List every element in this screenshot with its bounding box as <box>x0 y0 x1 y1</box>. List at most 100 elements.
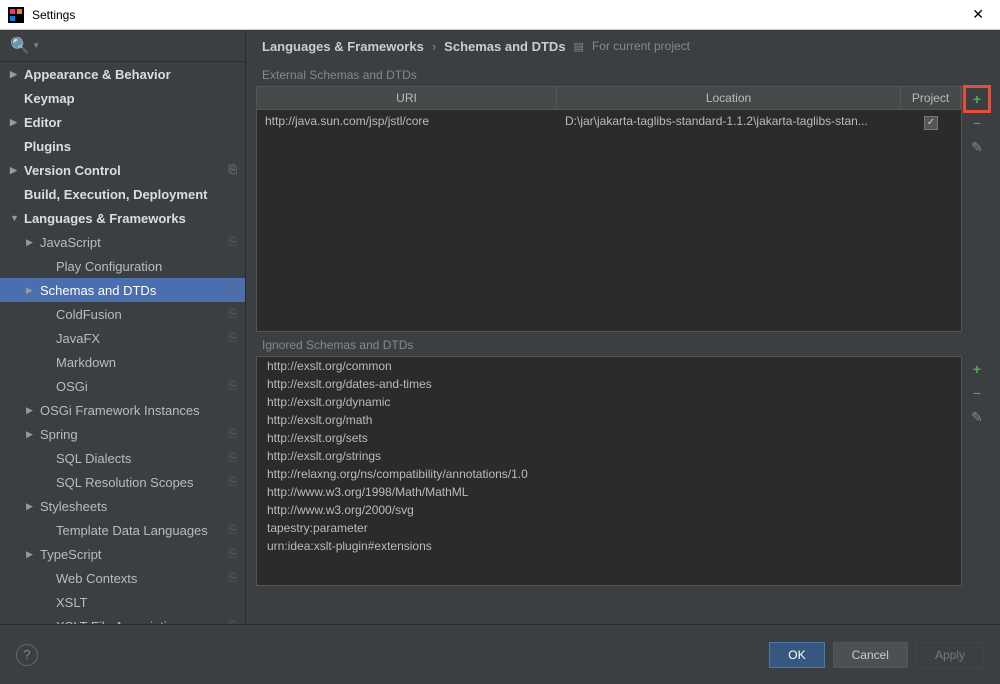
remove-ignored-button[interactable]: − <box>966 382 988 404</box>
sidebar-item-xslt[interactable]: XSLT <box>0 590 245 614</box>
project-checkbox[interactable]: ✓ <box>924 116 938 130</box>
sidebar-item-typescript[interactable]: ▶TypeScript⎘ <box>0 542 245 566</box>
arrow-icon: ▶ <box>26 549 40 560</box>
sidebar-item-label: Version Control <box>24 163 228 178</box>
project-badge-icon: ⎘ <box>228 284 237 297</box>
sidebar-item-label: Stylesheets <box>40 499 245 514</box>
sidebar-item-editor[interactable]: ▶Editor <box>0 110 245 134</box>
breadcrumb-scope: For current project <box>592 39 690 53</box>
remove-external-button[interactable]: − <box>966 112 988 134</box>
sidebar-item-label: Plugins <box>24 139 245 154</box>
external-table[interactable]: URI Location Project http://java.sun.com… <box>256 86 962 332</box>
arrow-icon: ▶ <box>26 285 40 296</box>
table-header: URI Location Project <box>257 87 961 110</box>
add-external-button[interactable]: + <box>966 88 988 110</box>
list-item[interactable]: urn:idea:xslt-plugin#extensions <box>257 537 961 555</box>
add-ignored-button[interactable]: + <box>966 358 988 380</box>
external-section-label: External Schemas and DTDs <box>262 68 990 82</box>
list-item[interactable]: http://relaxng.org/ns/compatibility/anno… <box>257 465 961 483</box>
project-badge-icon: ⎘ <box>228 428 237 441</box>
sidebar-item-languages-frameworks[interactable]: ▼Languages & Frameworks <box>0 206 245 230</box>
arrow-icon: ▶ <box>26 237 40 248</box>
close-icon[interactable]: ✕ <box>964 6 992 23</box>
arrow-icon: ▶ <box>26 429 40 440</box>
sidebar-item-sql-dialects[interactable]: SQL Dialects⎘ <box>0 446 245 470</box>
edit-ignored-button[interactable]: ✎ <box>966 406 988 428</box>
list-item[interactable]: http://exslt.org/strings <box>257 447 961 465</box>
main-area: 🔍 ▾ ▶Appearance & Behavior Keymap ▶Editor P… <box>0 30 1000 624</box>
sidebar-item-web-contexts[interactable]: Web Contexts⎘ <box>0 566 245 590</box>
sidebar-item-javascript[interactable]: ▶JavaScript⎘ <box>0 230 245 254</box>
list-item[interactable]: http://exslt.org/dates-and-times <box>257 375 961 393</box>
cell-uri: http://java.sun.com/jsp/jstl/core <box>257 112 557 132</box>
edit-external-button[interactable]: ✎ <box>966 136 988 158</box>
search-icon: 🔍 <box>10 36 30 56</box>
list-item[interactable]: http://exslt.org/common <box>257 357 961 375</box>
sidebar-item-label: Markdown <box>56 355 245 370</box>
project-badge-icon: ⎘ <box>228 620 237 625</box>
ignored-panel-row: http://exslt.org/commonhttp://exslt.org/… <box>256 356 990 586</box>
sidebar-item-osgi-framework-instances[interactable]: ▶OSGi Framework Instances <box>0 398 245 422</box>
list-item[interactable]: http://exslt.org/dynamic <box>257 393 961 411</box>
sidebar-item-version-control[interactable]: ▶Version Control⎘ <box>0 158 245 182</box>
sidebar-item-label: Keymap <box>24 91 245 106</box>
sidebar-item-label: JavaScript <box>40 235 228 250</box>
settings-tree[interactable]: ▶Appearance & Behavior Keymap ▶Editor Plugi… <box>0 62 245 624</box>
sidebar-item-play-configuration[interactable]: Play Configuration <box>0 254 245 278</box>
arrow-icon: ▶ <box>26 405 40 416</box>
sidebar-item-coldfusion[interactable]: ColdFusion⎘ <box>0 302 245 326</box>
arrow-icon: ▶ <box>10 117 24 128</box>
sidebar-item-template-data-languages[interactable]: Template Data Languages⎘ <box>0 518 245 542</box>
sidebar-item-xslt-file-associations[interactable]: XSLT File Associations⎘ <box>0 614 245 624</box>
ignored-section-label: Ignored Schemas and DTDs <box>262 338 990 352</box>
table-body: http://java.sun.com/jsp/jstl/coreD:\jar\… <box>257 110 961 134</box>
sidebar-item-label: Build, Execution, Deployment <box>24 187 245 202</box>
project-badge-icon: ⎘ <box>228 572 237 585</box>
sidebar-item-label: OSGi <box>56 379 228 394</box>
sidebar-item-label: Template Data Languages <box>56 523 228 538</box>
list-item[interactable]: tapestry:parameter <box>257 519 961 537</box>
sidebar-item-label: Play Configuration <box>56 259 245 274</box>
sidebar-item-sql-resolution-scopes[interactable]: SQL Resolution Scopes⎘ <box>0 470 245 494</box>
search-row[interactable]: 🔍 ▾ <box>0 30 245 62</box>
cell-project[interactable]: ✓ <box>901 112 961 132</box>
col-uri[interactable]: URI <box>257 87 557 109</box>
sidebar-item-javafx[interactable]: JavaFX⎘ <box>0 326 245 350</box>
list-item[interactable]: http://www.w3.org/2000/svg <box>257 501 961 519</box>
sidebar-item-markdown[interactable]: Markdown <box>0 350 245 374</box>
cancel-button[interactable]: Cancel <box>833 642 908 668</box>
sidebar-item-build-execution-deployment[interactable]: Build, Execution, Deployment <box>0 182 245 206</box>
external-panel-row: URI Location Project http://java.sun.com… <box>256 86 990 332</box>
sidebar-item-keymap[interactable]: Keymap <box>0 86 245 110</box>
external-side-buttons: + − ✎ <box>966 86 990 332</box>
sidebar-item-label: Spring <box>40 427 228 442</box>
sidebar-item-appearance-behavior[interactable]: ▶Appearance & Behavior <box>0 62 245 86</box>
cell-location: D:\jar\jakarta-taglibs-standard-1.1.2\ja… <box>557 112 901 132</box>
sidebar-item-osgi[interactable]: OSGi⎘ <box>0 374 245 398</box>
sidebar-item-label: ColdFusion <box>56 307 228 322</box>
arrow-icon: ▶ <box>10 69 24 80</box>
project-badge-icon: ⎘ <box>228 452 237 465</box>
table-row[interactable]: http://java.sun.com/jsp/jstl/coreD:\jar\… <box>257 110 961 134</box>
breadcrumb-sep: › <box>432 39 436 54</box>
sidebar-item-plugins[interactable]: Plugins <box>0 134 245 158</box>
col-project[interactable]: Project <box>901 87 961 109</box>
ignored-list[interactable]: http://exslt.org/commonhttp://exslt.org/… <box>256 356 962 586</box>
project-badge-icon: ⎘ <box>228 332 237 345</box>
list-item[interactable]: http://exslt.org/sets <box>257 429 961 447</box>
project-badge-icon: ⎘ <box>228 164 237 177</box>
chevron-down-icon: ▾ <box>34 40 39 51</box>
breadcrumb-second: Schemas and DTDs <box>444 39 565 54</box>
list-item[interactable]: http://www.w3.org/1998/Math/MathML <box>257 483 961 501</box>
sidebar-item-schemas-and-dtds[interactable]: ▶Schemas and DTDs⎘ <box>0 278 245 302</box>
project-badge-icon: ⎘ <box>228 476 237 489</box>
col-location[interactable]: Location <box>557 87 901 109</box>
list-item[interactable]: http://exslt.org/math <box>257 411 961 429</box>
help-button[interactable]: ? <box>16 644 38 666</box>
breadcrumb: Languages & Frameworks › Schemas and DTD… <box>256 30 990 62</box>
sidebar-item-stylesheets[interactable]: ▶Stylesheets <box>0 494 245 518</box>
project-badge-icon: ⎘ <box>228 308 237 321</box>
ok-button[interactable]: OK <box>769 642 824 668</box>
sidebar-item-spring[interactable]: ▶Spring⎘ <box>0 422 245 446</box>
apply-button[interactable]: Apply <box>916 642 984 668</box>
